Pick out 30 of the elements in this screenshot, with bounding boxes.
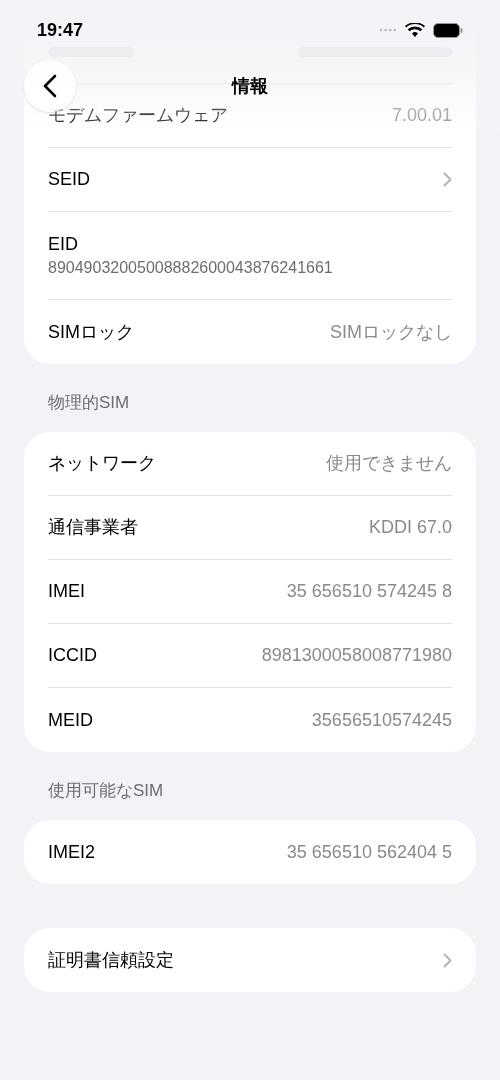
row-value: 使用できません [326,452,452,475]
row-value: 35 656510 562404 5 [286,840,452,864]
section-header: 物理的SIM [47,392,131,414]
row-value: KDDI 67.0 [368,516,452,539]
row-label: 通信事業者 [48,516,138,539]
row-label: SIMロック [48,320,134,344]
row-value: SIMロックなし [330,320,452,344]
row-value: 35 656510 574245 8 [286,580,452,603]
row-label: ICCID [48,644,97,667]
row-label: MEID [48,708,93,732]
row-value: 89049032005008882600043876241661 [48,257,334,278]
row-label: モデムファームウェア [48,104,228,127]
wifi-icon [405,22,425,38]
battery-icon [433,22,463,38]
chevron-icon [443,172,452,187]
row-label: EID [48,232,79,256]
page-title: 情報 [232,74,268,98]
signal-dots-icon [379,28,397,32]
row-label: IMEI2 [48,840,95,864]
row-label: IMEI [48,580,85,603]
list-item[interactable]: 証明書信頼設定 [48,928,452,992]
section-header: 使用可能なSIM [47,780,165,802]
chevron-icon [443,952,452,968]
status-time: 19:47 [37,18,84,42]
row-value: 35656510574245 [311,708,452,732]
row-label: ネットワーク [48,452,156,475]
row-value: 7.00.01 [391,104,452,127]
back-chevron-icon [43,74,57,98]
list-item[interactable]: SEID [48,148,452,212]
row-value: 8981300058008771980 [261,644,452,667]
